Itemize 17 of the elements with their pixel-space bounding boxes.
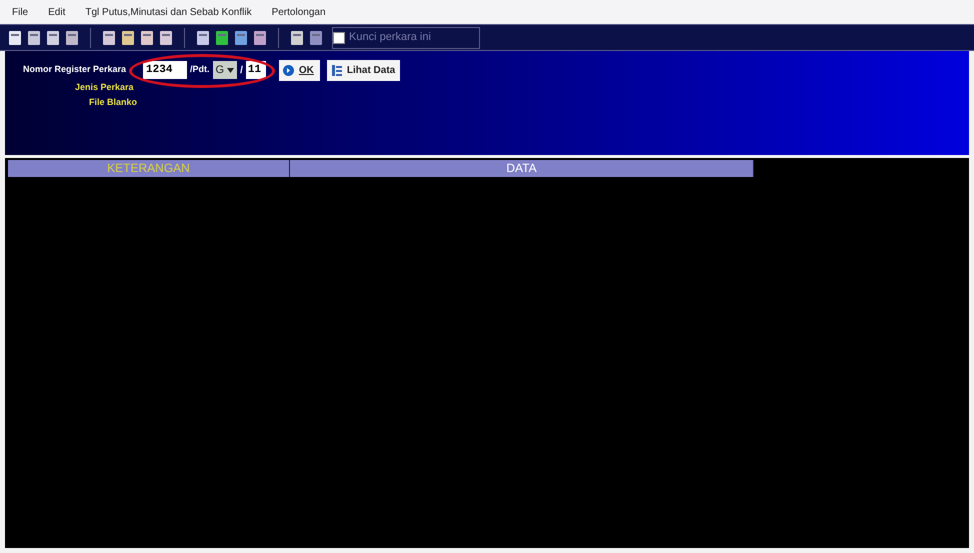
column-header: DATA [290,160,754,177]
number-input[interactable]: 1234 [143,61,188,79]
menu-item[interactable]: Tgl Putus,Minutasi dan Sebab Konflik [81,4,256,20]
field-label: Jenis Perkara [74,81,135,94]
field-label: /Pdt. [190,63,210,76]
field-label: Nomor Register Perkara [23,63,126,76]
menu-item[interactable]: Pertolongan [268,4,330,20]
menu-item[interactable]: File [8,4,32,20]
type-dropdown[interactable]: G [212,61,238,79]
year-input[interactable]: 11 [246,61,266,79]
view-data-button[interactable]: Lihat Data [326,60,400,80]
menu-item[interactable]: Edit [44,4,70,20]
field-label: File Blanko [88,96,138,109]
checkbox-label: Kunci perkara ini [349,30,431,46]
column-header: KETERANGAN [8,160,290,177]
field-label: / [240,64,243,78]
ok-button[interactable]: OK [278,60,320,80]
